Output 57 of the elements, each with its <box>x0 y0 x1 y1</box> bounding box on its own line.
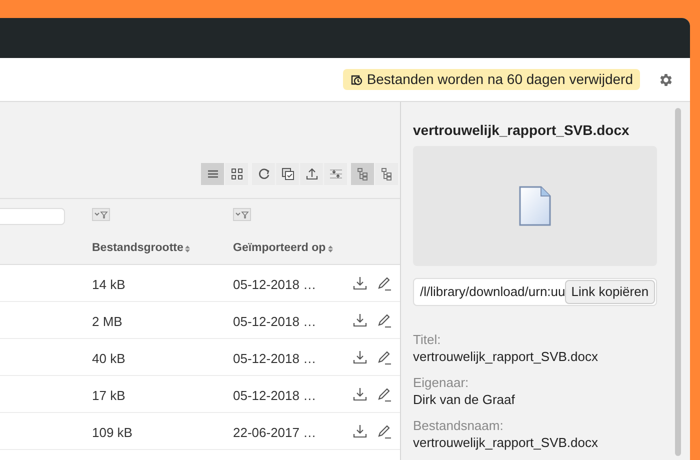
tree-icon <box>354 166 370 182</box>
table-cell-text: 2 MB <box>92 313 122 331</box>
table-cell-text: 17 kB <box>92 387 126 405</box>
field-label: Bestandsnaam: <box>413 418 504 434</box>
filter-icon <box>235 210 249 218</box>
download-icon[interactable] <box>353 313 367 327</box>
field-label: Eigenaar: <box>413 375 470 391</box>
field-value: Dirk van de Graaf <box>413 392 516 408</box>
copy-icon <box>280 166 296 182</box>
table-cell-text: 05-12-2018 … <box>233 387 316 405</box>
filter-field[interactable] <box>0 208 65 225</box>
field-label: Titel: <box>413 332 442 348</box>
settings-icon[interactable] <box>658 72 674 88</box>
table-cell-text: 05-12-2018 … <box>233 276 316 294</box>
clock-icon <box>350 73 363 86</box>
edit-icon[interactable] <box>377 387 392 402</box>
tree-view-button[interactable] <box>351 163 374 185</box>
grid-view-button[interactable] <box>225 163 248 185</box>
field-value: vertrouwelijk_rapport_SVB.docx <box>413 435 599 451</box>
column-header[interactable]: Geïmporteerd op <box>233 240 333 258</box>
copy-button[interactable] <box>276 163 299 185</box>
copy-link-button[interactable]: Link kopiëren <box>565 280 655 304</box>
document-icon <box>518 185 552 227</box>
download-icon[interactable] <box>353 387 367 401</box>
table-cell-text: 14 kB <box>92 276 126 294</box>
edit-icon[interactable] <box>377 350 392 365</box>
split-button[interactable] <box>324 163 347 185</box>
upload-icon <box>304 166 320 182</box>
table-cell-text: 109 kB <box>92 424 132 442</box>
filter-button[interactable] <box>92 208 110 221</box>
filter-icon <box>94 210 108 218</box>
file-title: vertrouwelijk_rapport_SVB.docx <box>413 121 630 140</box>
table-cell-text: 40 kB <box>92 350 126 368</box>
table-cell-text: 22-06-2017 … <box>233 424 316 442</box>
edit-icon[interactable] <box>377 276 392 291</box>
table-cell-text: 05-12-2018 … <box>233 313 316 331</box>
table-cell-text: 05-12-2018 … <box>233 350 316 368</box>
tree-icon <box>378 166 394 182</box>
upload-button[interactable] <box>300 163 323 185</box>
download-icon[interactable] <box>353 424 367 438</box>
download-icon[interactable] <box>353 350 367 364</box>
grid-icon <box>228 166 244 182</box>
edit-icon[interactable] <box>377 424 392 439</box>
tree-view-button[interactable] <box>375 163 398 185</box>
sort-icon <box>328 244 333 253</box>
link-text: /l/library/download/urn:uu <box>420 283 566 302</box>
scrollbar[interactable] <box>674 108 681 456</box>
list-view-button[interactable] <box>201 163 224 185</box>
column-header[interactable]: Bestandsgrootte <box>92 240 190 258</box>
notice-text: Bestanden worden na 60 dagen verwijderd <box>366 70 633 89</box>
link-field[interactable]: /l/library/download/urn:uu Link kopiëren <box>413 278 657 306</box>
edit-icon[interactable] <box>377 313 392 328</box>
filter-button[interactable] <box>233 208 251 221</box>
refresh-button[interactable] <box>252 163 275 185</box>
download-icon[interactable] <box>353 276 367 290</box>
sort-icon <box>185 244 190 253</box>
field-value: vertrouwelijk_rapport_SVB.docx <box>413 349 599 365</box>
